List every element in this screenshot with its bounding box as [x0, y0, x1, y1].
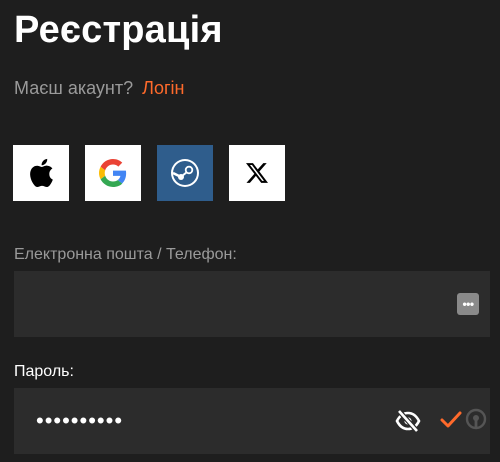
- apple-icon: [30, 158, 53, 188]
- account-prompt-row: Маєш акаунт? Логін: [14, 77, 184, 99]
- social-login-buttons: [13, 145, 285, 201]
- x-login-button[interactable]: [229, 145, 285, 201]
- check-icon: [440, 410, 462, 435]
- email-field[interactable]: [14, 271, 490, 337]
- eye-slash-icon[interactable]: [395, 408, 421, 439]
- password-value: ••••••••••: [36, 408, 124, 433]
- password-manager-icon[interactable]: •••: [457, 293, 479, 315]
- email-field-container: •••: [14, 271, 490, 337]
- google-icon: [99, 159, 127, 187]
- page-title: Реєстрація: [14, 9, 223, 51]
- steam-login-button[interactable]: [157, 145, 213, 201]
- steam-icon: [171, 159, 199, 187]
- apple-login-button[interactable]: [13, 145, 69, 201]
- registration-page: Реєстрація Маєш акаунт? Логін Електронна…: [0, 0, 500, 462]
- account-prompt-text: Маєш акаунт?: [14, 78, 134, 98]
- password-label: Пароль:: [14, 363, 74, 380]
- login-link[interactable]: Логін: [142, 78, 184, 98]
- google-login-button[interactable]: [85, 145, 141, 201]
- password-field[interactable]: ••••••••••: [14, 388, 490, 454]
- email-label: Електронна пошта / Телефон:: [14, 246, 237, 263]
- x-icon: [246, 163, 268, 183]
- key-circle-icon[interactable]: [465, 408, 487, 437]
